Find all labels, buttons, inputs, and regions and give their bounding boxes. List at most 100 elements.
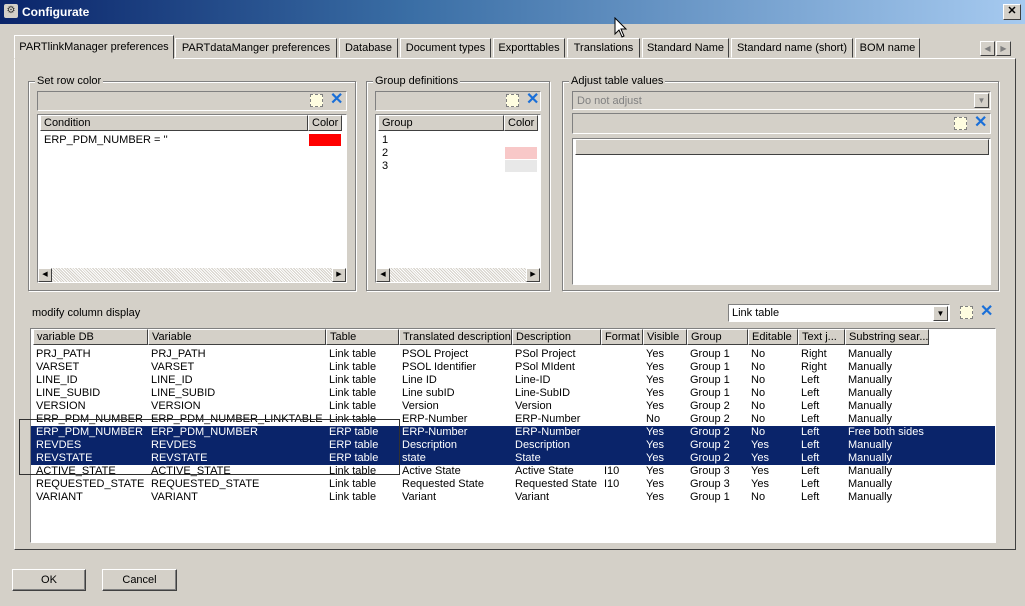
table-cell: Active State [402,465,461,477]
list-item[interactable]: ERP_PDM_NUMBER = '' [38,134,346,147]
delete-group-icon[interactable]: ✕ [526,92,539,108]
table-cell: ERP-Number [515,413,581,425]
scroll-left-icon[interactable]: ◀ [38,268,52,282]
table-row[interactable]: VARSET VARSET Link table PSOL Identifier PSo… [31,361,995,374]
horizontal-scrollbar[interactable]: ◀ ▶ [38,268,346,282]
chevron-down-icon[interactable]: ▼ [933,306,948,321]
chevron-down-icon[interactable]: ▼ [974,93,989,108]
table-cell: Free both sides [848,426,924,438]
table-row[interactable]: REQUESTED_STATE REQUESTED_STATE Link table… [31,478,995,491]
table-row[interactable]: PRJ_PATH PRJ_PATH Link table PSOL Project PS… [31,348,995,361]
color-swatch [309,134,341,146]
title-bar [0,0,1025,24]
table-row[interactable]: REVDES REVDES ERP table Description Descript… [31,439,995,452]
col-header[interactable]: Substring sear... [845,329,929,345]
table-cell: Left [801,413,820,425]
ok-button[interactable]: OK [12,569,86,591]
tab-partdatamanger-preferences[interactable]: PARTdataManger preferences [175,38,337,58]
delete-adjust-value-icon[interactable]: ✕ [974,115,987,131]
table-cell: Version [515,400,552,412]
scroll-right-icon[interactable]: ▶ [526,268,540,282]
table-cell: state [402,452,426,464]
tab-database[interactable]: Database [339,38,398,58]
group-definitions-label: Group definitions [373,75,461,87]
tab-standard-name-short[interactable]: Standard name (short) [731,38,853,58]
scroll-left-icon[interactable]: ◀ [376,268,390,282]
table-cell: REVDES [36,439,82,451]
table-cell: REQUESTED_STATE [151,478,260,490]
scroll-right-icon[interactable]: ▶ [332,268,346,282]
table-cell: Group 3 [690,478,730,490]
delete-row-color-icon[interactable]: ✕ [330,92,343,108]
table-row[interactable]: REVSTATE REVSTATE ERP table state State Yes Gr… [31,452,995,465]
tab-bom-name[interactable]: BOM name [855,38,920,58]
col-header-group[interactable]: Group [378,115,504,131]
col-header-group-color[interactable]: Color [504,115,538,131]
new-column-icon[interactable] [960,306,973,319]
table-cell: Yes [751,452,769,464]
col-header-condition[interactable]: Condition [40,115,308,131]
col-header[interactable]: Format [601,329,643,345]
tab-translations[interactable]: Translations [567,38,640,58]
table-cell: Left [801,452,820,464]
tab-scroll-right-icon[interactable]: ▶ [996,41,1011,56]
col-header[interactable]: Description [512,329,601,345]
col-header[interactable]: variable DB [33,329,148,345]
col-header[interactable]: Group [687,329,748,345]
table-row[interactable]: LINE_SUBID LINE_SUBID Link table Line subID… [31,387,995,400]
table-row[interactable]: LINE_ID LINE_ID Link table Line ID Line-ID Ye… [31,374,995,387]
table-row[interactable]: VERSION VERSION Link table Version Version Ye… [31,400,995,413]
table-cell: Manually [848,361,893,373]
table-select[interactable]: Link table ▼ [728,304,950,322]
table-cell: LINE_ID [36,374,78,386]
table-cell: Left [801,426,820,438]
table-row[interactable]: ERP_PDM_NUMBER ERP_PDM_NUMBER_LINKTABLE Li… [31,413,995,426]
table-cell: Group 1 [690,361,730,373]
table-cell: Group 2 [690,452,730,464]
tab-document-types[interactable]: Document types [400,38,491,58]
list-item[interactable]: 1 [376,134,540,147]
new-adjust-value-icon[interactable] [954,117,967,130]
table-cell: Yes [646,387,664,399]
table-cell: ERP-Number [402,413,468,425]
table-row[interactable]: VARIANT VARIANT Link table Variant Variant Ye… [31,491,995,504]
delete-column-icon[interactable]: ✕ [980,304,993,320]
group-list[interactable]: Group Color 1 2 3 ◀ ▶ [375,114,541,283]
table-row[interactable]: ACTIVE_STATE ACTIVE_STATE Link table Active… [31,465,995,478]
column-display-table[interactable]: variable DB Variable Table Translated descr… [30,328,996,543]
list-item[interactable]: 3 [376,160,540,173]
cancel-button[interactable]: Cancel [102,569,177,591]
adjust-values-list[interactable] [572,138,991,285]
col-header[interactable]: Text j... [798,329,845,345]
new-group-icon[interactable] [506,94,519,107]
table-cell: ERP_PDM_NUMBER_LINKTABLE [151,413,323,425]
adjust-values-header [575,139,989,155]
table-cell: Line ID [402,374,437,386]
close-button[interactable]: ✕ [1003,4,1021,20]
col-header[interactable]: Editable [748,329,798,345]
col-header[interactable]: Table [326,329,399,345]
table-cell: LINE_ID [151,374,193,386]
horizontal-scrollbar[interactable]: ◀ ▶ [376,268,540,282]
group-cell: 3 [382,160,389,172]
tab-exporttables[interactable]: Exporttables [493,38,565,58]
table-cell: ERP_PDM_NUMBER [36,426,143,438]
col-header[interactable]: Variable [148,329,326,345]
table-row[interactable]: ERP_PDM_NUMBER ERP_PDM_NUMBER ERP table ERP… [31,426,995,439]
table-cell: Yes [646,452,664,464]
new-row-color-icon[interactable] [310,94,323,107]
table-cell: PSol Project [515,348,576,360]
tab-partlinkmanager-preferences[interactable]: PARTlinkManager preferences [14,35,174,59]
table-cell: Left [801,387,820,399]
tab-scroll-left-icon[interactable]: ◀ [980,41,995,56]
col-header[interactable]: Visible [643,329,687,345]
col-header[interactable]: Translated description [399,329,512,345]
row-color-list[interactable]: Condition Color ERP_PDM_NUMBER = '' ◀ ▶ [37,114,347,283]
table-cell: Link table [329,374,377,386]
col-header-color[interactable]: Color [308,115,342,131]
table-cell: REQUESTED_STATE [36,478,145,490]
list-item[interactable]: 2 [376,147,540,160]
adjust-mode-select[interactable]: Do not adjust ▼ [572,91,991,110]
table-cell: ERP table [329,439,379,451]
tab-standard-name[interactable]: Standard Name [642,38,729,58]
